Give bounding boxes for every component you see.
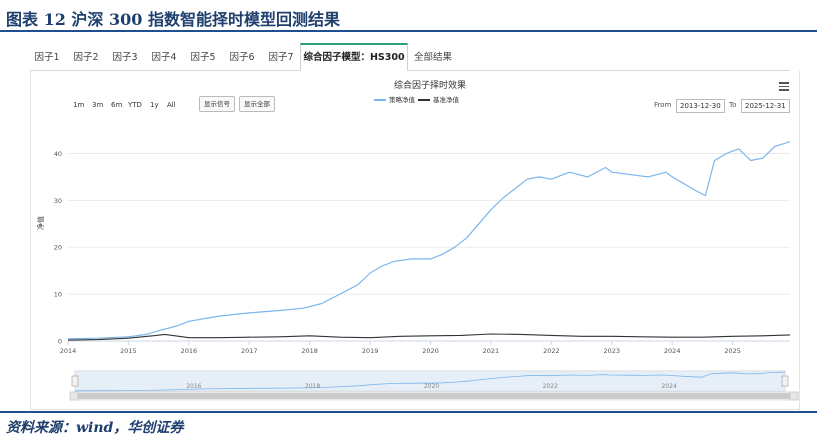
x-tick-label: 2024 — [664, 347, 681, 355]
x-tick-label: 2015 — [120, 347, 137, 355]
navigator-right-handle — [781, 375, 789, 387]
y-tick-label: 0 — [58, 338, 62, 346]
scrollbar-thumb — [78, 393, 790, 399]
x-tick-label: 2017 — [241, 347, 258, 355]
navigator-tick-label: 2018 — [305, 383, 320, 390]
benchmark-series-line — [67, 333, 791, 341]
x-tick-label: 2025 — [724, 347, 741, 355]
x-tick-label: 2023 — [603, 347, 620, 355]
chart-svg: 0 10 20 30 40 2014 2015 2016 2017 2018 2019 2020 202… — [54, 141, 799, 401]
x-tick-label: 2018 — [301, 347, 318, 355]
navigator-tick-label: 2020 — [424, 383, 439, 390]
bottom-rule — [0, 411, 817, 413]
scrollbar-left-arrow — [69, 391, 79, 401]
x-tick-label: 2019 — [362, 347, 379, 355]
scrollbar-right-arrow — [789, 391, 799, 401]
y-tick-label: 40 — [54, 150, 62, 158]
navigator-tick-label: 2016 — [186, 383, 201, 390]
y-tick-label: 10 — [54, 291, 62, 299]
x-tick-label: 2016 — [181, 347, 198, 355]
navigator-tick-label: 2022 — [543, 383, 558, 390]
strategy-series-line — [67, 141, 791, 340]
navigator-left-handle — [71, 375, 79, 387]
source-note: 资料来源：wind，华创证券 — [6, 420, 184, 436]
x-tick-label: 2022 — [543, 347, 560, 355]
y-tick-label: 30 — [54, 197, 62, 205]
x-tick-label: 2020 — [422, 347, 439, 355]
x-tick-label: 2014 — [60, 347, 77, 355]
y-tick-label: 20 — [54, 244, 62, 252]
navigator-tick-label: 2024 — [662, 383, 677, 390]
x-tick-label: 2021 — [483, 347, 500, 355]
